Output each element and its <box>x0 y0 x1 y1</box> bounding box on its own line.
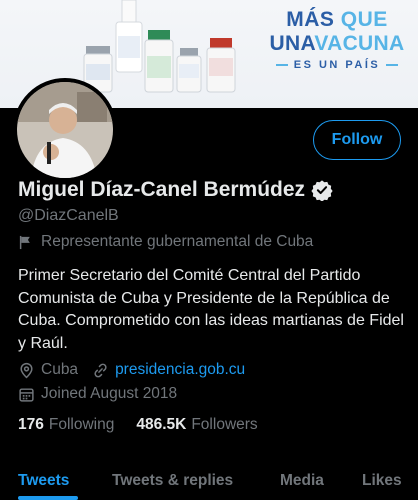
slogan-tagline: ES UN PAÍS <box>293 59 381 71</box>
profile-bio: Primer Secretario del Comité Central del… <box>18 267 404 352</box>
calendar-icon <box>18 386 35 403</box>
slogan-word: UNA <box>269 32 315 55</box>
flag-icon <box>18 235 33 250</box>
government-label-text: Representante gubernamental de Cuba <box>41 233 314 250</box>
joined-text: Joined August 2018 <box>41 385 178 402</box>
profile-name-row: Miguel Díaz-Canel Bermúdez <box>18 178 333 202</box>
location-text: Cuba <box>41 361 79 378</box>
profile-name: Miguel Díaz-Canel Bermúdez <box>18 178 306 201</box>
followers-label: Followers <box>191 416 258 433</box>
tab-tweets[interactable]: Tweets <box>18 472 69 490</box>
profile-tabs: Tweets Tweets & replies Media Likes <box>0 462 418 500</box>
website-link[interactable]: presidencia.gob.cu <box>115 361 245 379</box>
active-tab-indicator <box>18 496 78 500</box>
avatar-photo <box>17 82 113 178</box>
tab-tweets-and-replies[interactable]: Tweets & replies <box>112 472 233 490</box>
location-pin-icon <box>18 362 35 379</box>
slogan-word: VACUNA <box>314 32 405 55</box>
government-label[interactable]: Representante gubernamental de Cuba <box>18 233 313 251</box>
followers-stat[interactable]: 486.5K Followers <box>136 416 257 434</box>
following-count: 176 <box>18 416 44 433</box>
tab-media[interactable]: Media <box>280 472 324 490</box>
link-icon <box>92 362 109 379</box>
verified-badge-icon <box>311 179 333 201</box>
following-stat[interactable]: 176 Following <box>18 416 114 434</box>
joined-item: Joined August 2018 <box>18 385 177 403</box>
profile-meta: Cuba presidencia.gob.cu <box>18 361 245 379</box>
location-item: Cuba <box>18 361 78 379</box>
banner-slogan: MÁS QUE UNAVACUNA ES UN PAÍS <box>262 8 412 71</box>
tab-likes[interactable]: Likes <box>362 472 402 490</box>
profile-avatar[interactable] <box>13 78 117 182</box>
follow-button[interactable]: Follow <box>313 120 401 160</box>
slogan-word: QUE <box>340 8 388 31</box>
profile-stats: 176 Following 486.5K Followers <box>18 416 258 434</box>
slogan-word: MÁS <box>286 8 335 31</box>
website-item[interactable]: presidencia.gob.cu <box>92 361 245 379</box>
followers-count: 486.5K <box>136 416 187 433</box>
profile-handle: @DiazCanelB <box>18 207 119 224</box>
following-label: Following <box>48 416 115 433</box>
